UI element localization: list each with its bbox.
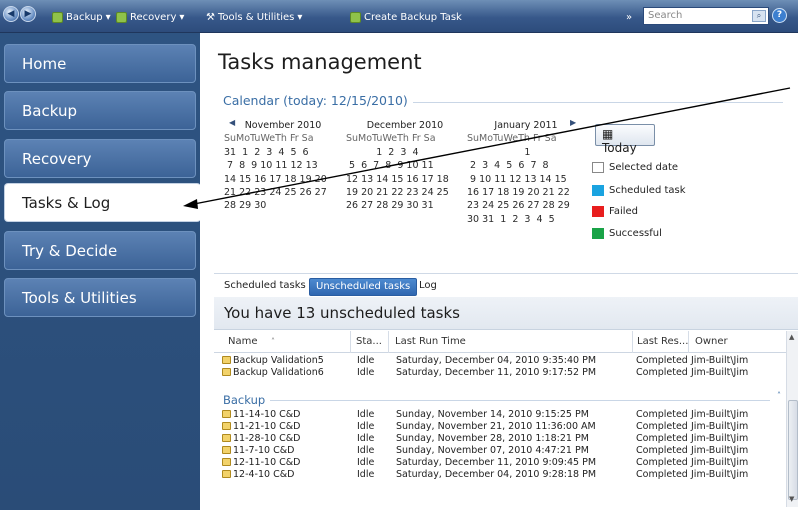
annotation-arrow [183, 87, 791, 209]
